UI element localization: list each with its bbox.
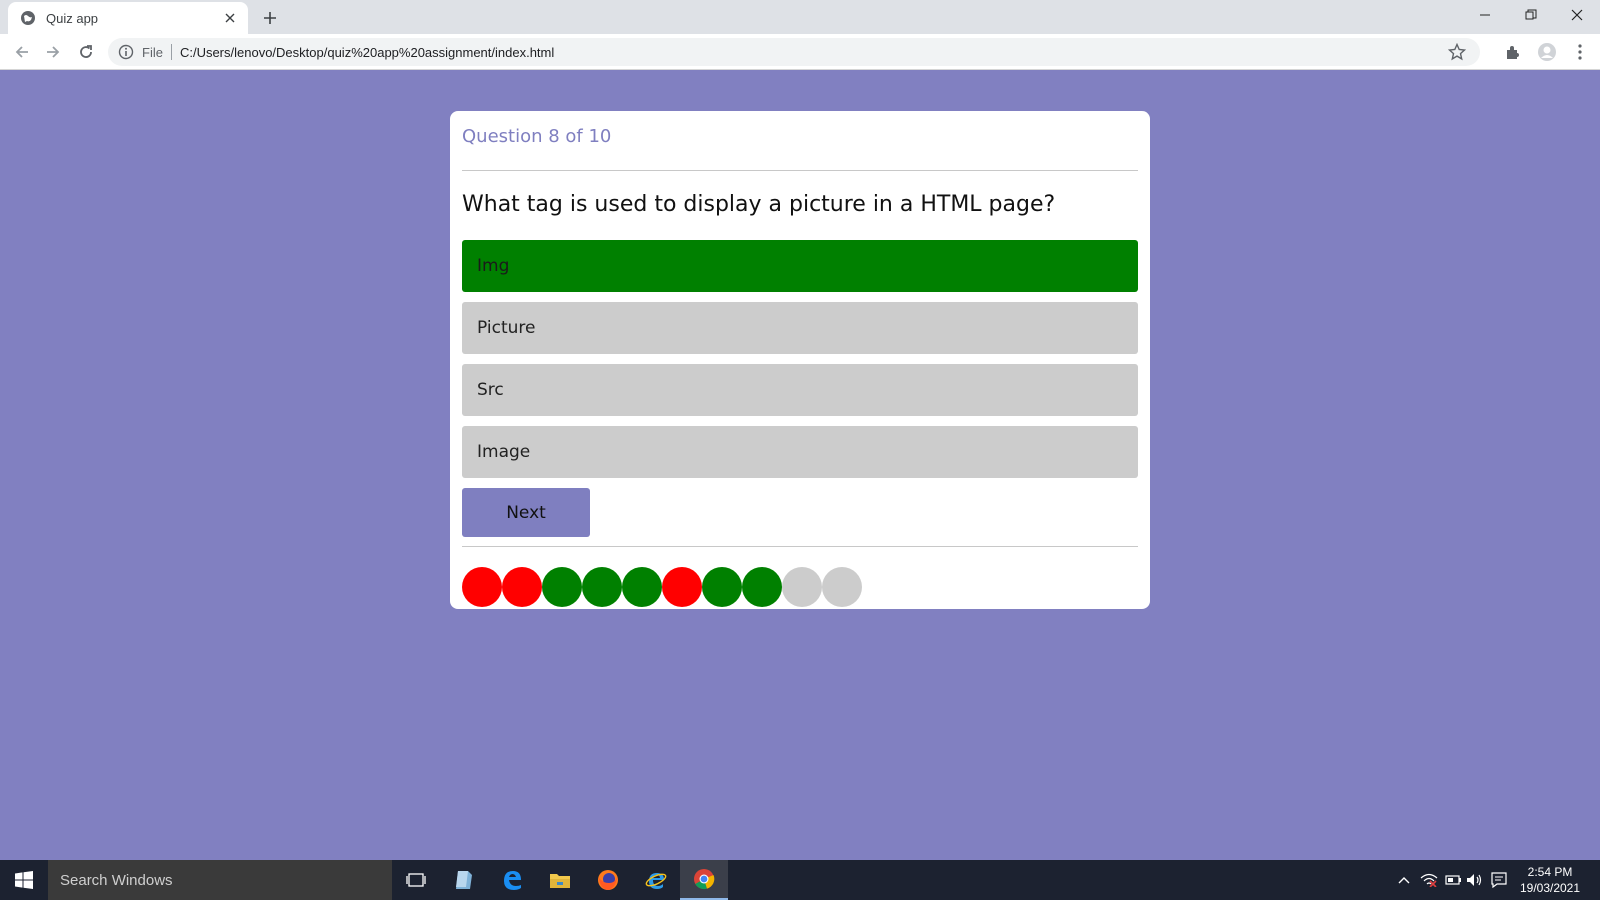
internet-explorer-icon[interactable] (632, 860, 680, 900)
answer-option[interactable]: Src (462, 364, 1138, 416)
next-button[interactable]: Next (462, 488, 590, 537)
progress-dot-correct (582, 567, 622, 607)
question-counter: Question 8 of 10 (462, 126, 612, 147)
restore-icon[interactable] (1508, 0, 1554, 30)
clock-date: 19/03/2021 (1519, 881, 1581, 895)
windows-taskbar: Search Windows 2:54 PM 19/03/2021 (0, 860, 1600, 900)
firefox-icon[interactable] (584, 860, 632, 900)
header-divider (462, 170, 1138, 171)
footer-divider (462, 546, 1138, 547)
file-icon[interactable] (440, 860, 488, 900)
file-explorer-icon[interactable] (536, 860, 584, 900)
chrome-icon[interactable] (680, 860, 728, 900)
system-clock[interactable]: 2:54 PM 19/03/2021 (1512, 864, 1588, 896)
globe-icon (20, 10, 36, 26)
answer-option-label: Src (477, 380, 504, 400)
forward-icon[interactable] (41, 40, 65, 64)
url-scheme: File (142, 44, 163, 60)
new-tab-icon[interactable] (260, 8, 280, 28)
answer-options: Img Picture Src Image (462, 240, 1138, 478)
edge-icon[interactable] (488, 860, 536, 900)
address-bar[interactable]: File C:/Users/lenovo/Desktop/quiz%20app%… (108, 38, 1480, 66)
task-view-icon[interactable] (392, 860, 440, 900)
progress-dot-correct (622, 567, 662, 607)
progress-indicator (462, 567, 1138, 607)
taskbar-search-input[interactable]: Search Windows (48, 860, 392, 900)
bookmark-star-icon[interactable] (1448, 43, 1466, 61)
answer-option[interactable]: Image (462, 426, 1138, 478)
answer-option[interactable]: Img (462, 240, 1138, 292)
network-disconnected-icon[interactable] (1418, 860, 1440, 900)
browser-tab[interactable]: Quiz app (8, 2, 248, 34)
profile-avatar-icon[interactable] (1537, 42, 1557, 62)
progress-dot-pending (782, 567, 822, 607)
search-placeholder: Search Windows (60, 871, 173, 889)
clock-time: 2:54 PM (1527, 865, 1573, 879)
info-icon[interactable] (118, 44, 134, 60)
action-center-icon[interactable] (1488, 860, 1510, 900)
address-separator (170, 44, 172, 60)
progress-dot-wrong (502, 567, 542, 607)
battery-icon[interactable] (1442, 860, 1464, 900)
progress-dot-pending (822, 567, 862, 607)
chevron-up-icon[interactable] (1394, 860, 1414, 900)
progress-dot-correct (542, 567, 582, 607)
progress-dot-wrong (462, 567, 502, 607)
tab-title: Quiz app (46, 10, 99, 26)
back-icon[interactable] (10, 40, 34, 64)
close-window-icon[interactable] (1554, 0, 1600, 30)
quiz-card: Question 8 of 10 What tag is used to dis… (450, 111, 1150, 609)
volume-icon[interactable] (1464, 860, 1486, 900)
progress-dot-correct (742, 567, 782, 607)
answer-option-label: Picture (477, 318, 536, 338)
answer-option-label: Image (477, 442, 531, 462)
reload-icon[interactable] (74, 40, 98, 64)
answer-option-label: Img (477, 256, 510, 276)
extensions-icon[interactable] (1503, 42, 1523, 62)
browser-toolbar: File C:/Users/lenovo/Desktop/quiz%20app%… (0, 34, 1600, 70)
question-text: What tag is used to display a picture in… (462, 192, 1056, 217)
windows-start-icon[interactable] (0, 860, 48, 900)
minimize-icon[interactable] (1462, 0, 1508, 30)
close-tab-icon[interactable] (222, 10, 238, 26)
progress-dot-wrong (662, 567, 702, 607)
browser-tab-strip: Quiz app (0, 0, 1600, 34)
answer-option[interactable]: Picture (462, 302, 1138, 354)
progress-dot-correct (702, 567, 742, 607)
browser-menu-icon[interactable] (1570, 42, 1590, 62)
url-text[interactable]: C:/Users/lenovo/Desktop/quiz%20app%20ass… (180, 45, 1448, 60)
